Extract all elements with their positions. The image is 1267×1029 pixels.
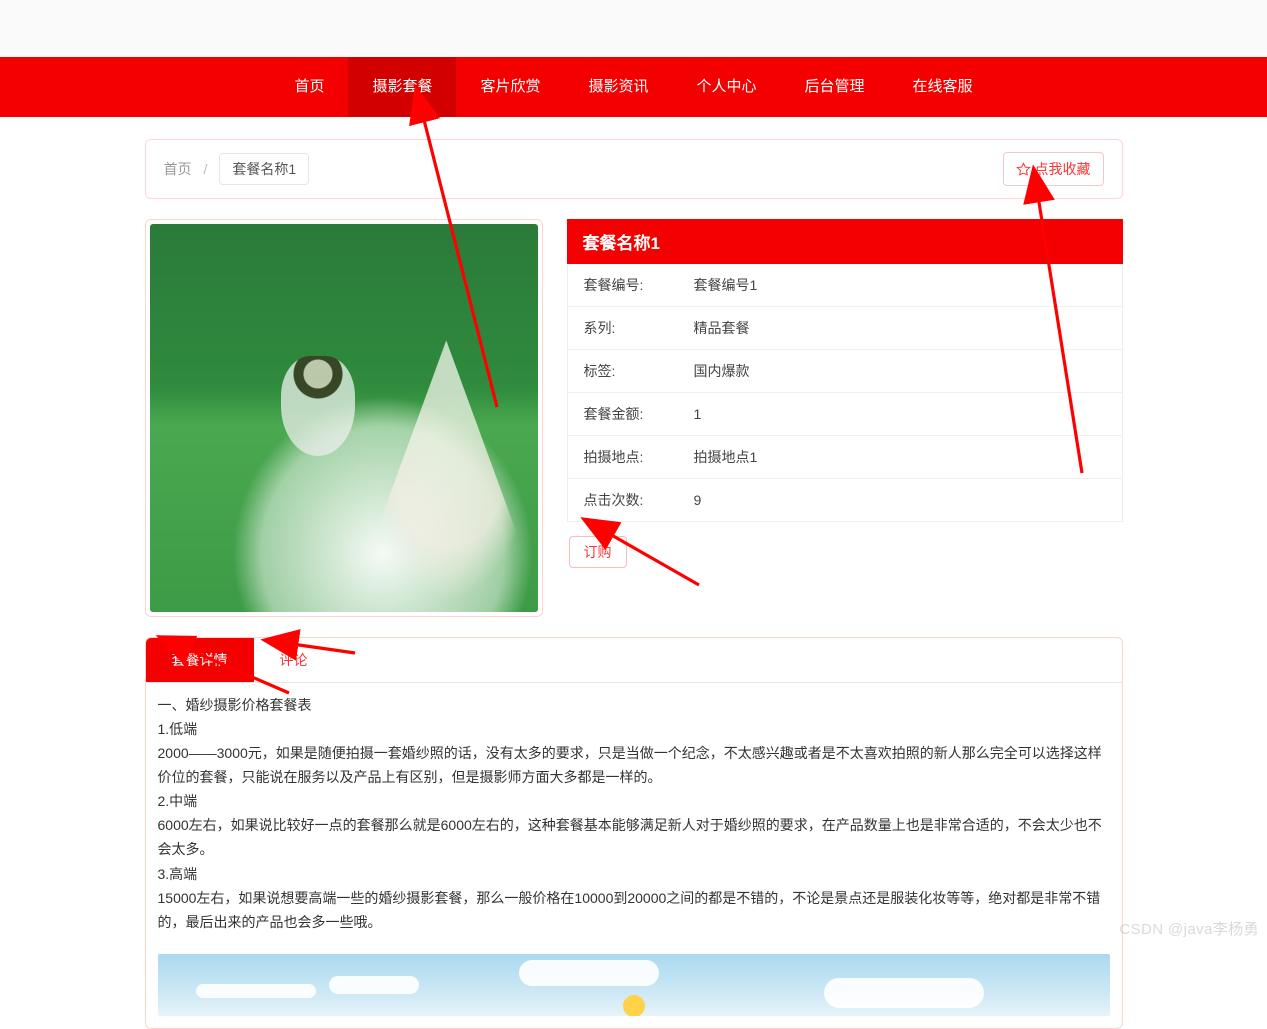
- content-line: 一、婚纱摄影价格套餐表: [158, 693, 1110, 717]
- label-clicks: 点击次数:: [584, 490, 694, 510]
- nav-bar: 首页 摄影套餐 客片欣赏 摄影资讯 个人中心 后台管理 在线客服: [0, 57, 1267, 117]
- tab-content: 一、婚纱摄影价格套餐表 1.低端 2000——3000元，如果是随便拍摄一套婚纱…: [146, 683, 1122, 946]
- tab-comments[interactable]: 评论: [254, 638, 334, 682]
- nav-packages[interactable]: 摄影套餐: [348, 57, 456, 117]
- tabs-card: 套餐详情 评论 一、婚纱摄影价格套餐表 1.低端 2000——3000元，如果是…: [145, 637, 1123, 1029]
- content-line: 6000左右，如果说比较好一点的套餐那么就是6000左右的，这种套餐基本能够满足…: [158, 813, 1110, 861]
- table-row: 套餐编号: 套餐编号1: [568, 264, 1122, 307]
- label-location: 拍摄地点:: [584, 447, 694, 467]
- label-tags: 标签:: [584, 361, 694, 381]
- table-row: 套餐金额: 1: [568, 393, 1122, 436]
- breadcrumb-separator: /: [204, 161, 208, 177]
- content-line: 2000——3000元，如果是随便拍摄一套婚纱照的话，没有太多的要求，只是当做一…: [158, 741, 1110, 789]
- value-location: 拍摄地点1: [694, 447, 758, 467]
- value-tags: 国内爆款: [694, 361, 750, 381]
- value-package-no: 套餐编号1: [694, 275, 758, 295]
- blank-top-bar: [0, 0, 1267, 57]
- label-series: 系列:: [584, 318, 694, 338]
- package-title: 套餐名称1: [567, 219, 1123, 264]
- content-line: 3.高端: [158, 862, 1110, 886]
- table-row: 点击次数: 9: [568, 479, 1122, 521]
- tab-details[interactable]: 套餐详情: [146, 638, 254, 682]
- package-photo: [150, 224, 538, 612]
- favorite-button[interactable]: 点我收藏: [1003, 152, 1104, 186]
- favorite-label: 点我收藏: [1035, 159, 1091, 179]
- nav-admin[interactable]: 后台管理: [781, 57, 889, 117]
- package-photo-box: [145, 219, 543, 617]
- nav-news[interactable]: 摄影资讯: [564, 57, 672, 117]
- value-clicks: 9: [694, 492, 702, 508]
- watermark: CSDN @java李杨勇: [1119, 918, 1259, 939]
- nav-support[interactable]: 在线客服: [889, 57, 997, 117]
- content-image-sky: [158, 954, 1110, 1016]
- tabs-header: 套餐详情 评论: [146, 638, 1122, 683]
- table-row: 拍摄地点: 拍摄地点1: [568, 436, 1122, 479]
- table-row: 标签: 国内爆款: [568, 350, 1122, 393]
- label-package-no: 套餐编号:: [584, 275, 694, 295]
- breadcrumb: 首页 / 套餐名称1: [164, 153, 310, 185]
- value-series: 精品套餐: [694, 318, 750, 338]
- nav-gallery[interactable]: 客片欣赏: [456, 57, 564, 117]
- nav-profile[interactable]: 个人中心: [673, 57, 781, 117]
- label-price: 套餐金额:: [584, 404, 694, 424]
- info-table: 套餐编号: 套餐编号1 系列: 精品套餐 标签: 国内爆款 套餐金额: 1 拍摄…: [567, 264, 1123, 522]
- content-line: 1.低端: [158, 717, 1110, 741]
- breadcrumb-home[interactable]: 首页: [164, 159, 192, 179]
- value-price: 1: [694, 406, 702, 422]
- star-icon: [1016, 162, 1031, 177]
- nav-home[interactable]: 首页: [270, 57, 348, 117]
- order-button[interactable]: 订购: [569, 536, 627, 568]
- content-line: 2.中端: [158, 789, 1110, 813]
- breadcrumb-card: 首页 / 套餐名称1 点我收藏: [145, 139, 1123, 199]
- breadcrumb-current[interactable]: 套餐名称1: [219, 153, 309, 185]
- content-line: 15000左右，如果说想要高端一些的婚纱摄影套餐，那么一般价格在10000到20…: [158, 886, 1110, 934]
- table-row: 系列: 精品套餐: [568, 307, 1122, 350]
